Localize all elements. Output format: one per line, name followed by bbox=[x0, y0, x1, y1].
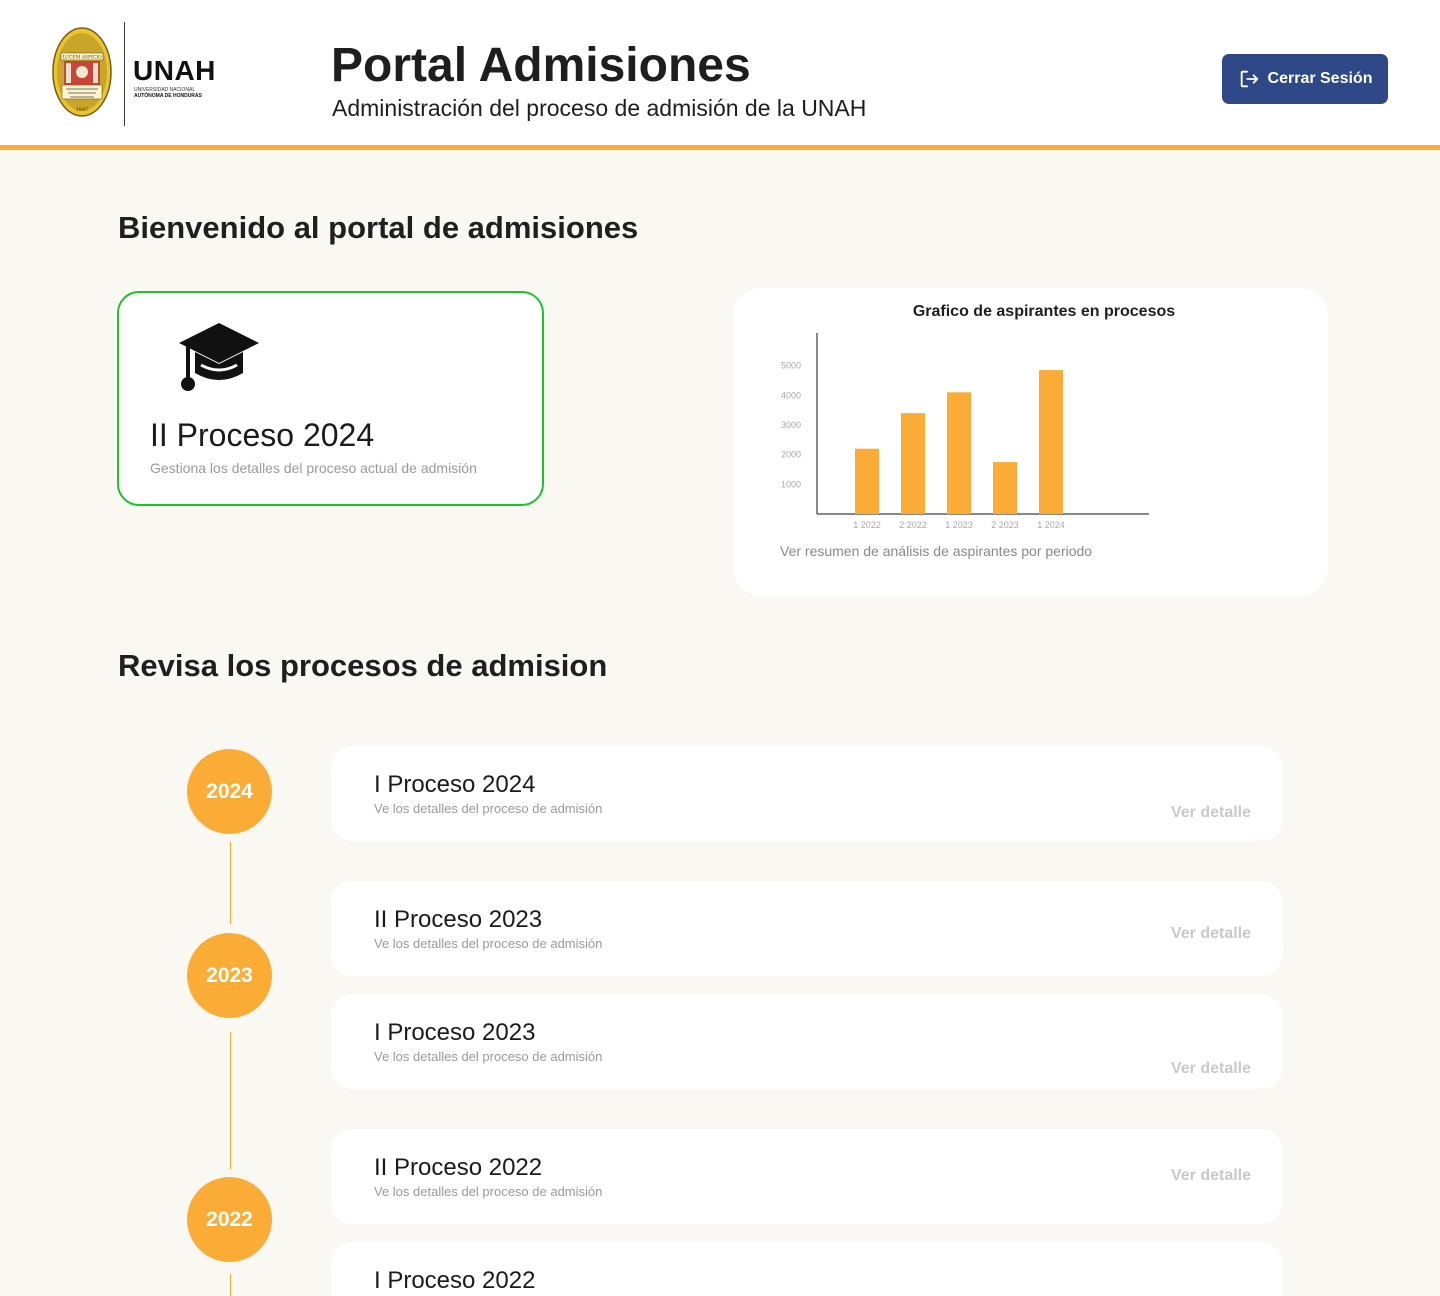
x-tick-label: 2 2022 bbox=[899, 520, 927, 530]
applicants-chart-card[interactable]: Grafico de aspirantes en procesos 1000 20… bbox=[733, 288, 1328, 596]
current-process-title: II Proceso 2024 bbox=[150, 417, 375, 453]
process-title: I Proceso 2024 bbox=[374, 771, 536, 798]
logout-icon bbox=[1240, 70, 1258, 88]
logo-subtitle-line2: Autónoma de Honduras bbox=[134, 93, 202, 99]
x-tick-label: 1 2022 bbox=[853, 520, 881, 530]
y-tick-label: 5000 bbox=[781, 361, 801, 371]
timeline-connector bbox=[230, 1274, 231, 1296]
process-title: II Proceso 2023 bbox=[374, 906, 543, 933]
chart-bar bbox=[947, 392, 971, 514]
y-tick-label: 3000 bbox=[781, 420, 801, 430]
chart-bar bbox=[901, 413, 925, 514]
process-card[interactable]: I Proceso 2024 Ve los detalles del proce… bbox=[331, 746, 1283, 841]
chart-bar bbox=[993, 462, 1017, 514]
current-process-description: Gestiona los detalles del proceso actual… bbox=[150, 460, 477, 476]
seal-motto: LUCEM ASPICIO bbox=[62, 55, 102, 61]
welcome-title: Bienvenido al portal de admisiones bbox=[118, 210, 639, 245]
logo-text: UNAH bbox=[133, 55, 216, 86]
process-description: Ve los detalles del proceso de admisión bbox=[374, 1184, 603, 1199]
process-card[interactable]: II Proceso 2023 Ve los detalles del proc… bbox=[331, 881, 1283, 976]
year-badge-2022: 2022 bbox=[187, 1177, 272, 1262]
view-detail-link[interactable]: Ver detalle bbox=[1171, 804, 1251, 822]
page-subtitle: Administración del proceso de admisión d… bbox=[332, 95, 867, 121]
process-card[interactable]: I Proceso 2022 bbox=[331, 1242, 1283, 1296]
logout-button[interactable]: Cerrar Sesión bbox=[1222, 54, 1388, 104]
process-title: I Proceso 2023 bbox=[374, 1019, 536, 1046]
logo-divider bbox=[124, 22, 125, 126]
header-accent-bar bbox=[0, 145, 1440, 150]
view-detail-link[interactable]: Ver detalle bbox=[1171, 925, 1251, 943]
chart-bar bbox=[855, 448, 879, 514]
current-process-card[interactable]: II Proceso 2024 Gestiona los detalles de… bbox=[117, 291, 544, 506]
timeline-connector bbox=[230, 842, 231, 924]
year-badge-2024: 2024 bbox=[187, 749, 272, 834]
process-title: I Proceso 2022 bbox=[374, 1267, 536, 1294]
timeline-connector bbox=[230, 1032, 231, 1169]
process-title: II Proceso 2022 bbox=[374, 1154, 543, 1181]
process-description: Ve los detalles del proceso de admisión bbox=[374, 801, 603, 816]
x-tick-label: 1 2024 bbox=[1037, 520, 1065, 530]
year-badge-2023: 2023 bbox=[187, 933, 272, 1018]
chart-bar bbox=[1039, 370, 1063, 514]
process-description: Ve los detalles del proceso de admisión bbox=[374, 936, 603, 951]
x-tick-label: 2 2023 bbox=[991, 520, 1019, 530]
view-detail-link[interactable]: Ver detalle bbox=[1171, 1167, 1251, 1185]
process-card[interactable]: I Proceso 2023 Ve los detalles del proce… bbox=[331, 994, 1283, 1089]
unah-seal-logo: LUCEM ASPICIO 1847 bbox=[52, 27, 112, 117]
y-tick-label: 4000 bbox=[781, 390, 801, 400]
logout-label: Cerrar Sesión bbox=[1267, 70, 1373, 87]
chart-caption[interactable]: Ver resumen de análisis de aspirantes po… bbox=[780, 543, 1092, 559]
process-card[interactable]: II Proceso 2022 Ve los detalles del proc… bbox=[331, 1129, 1283, 1224]
seal-year: 1847 bbox=[76, 107, 89, 113]
graduation-cap-icon bbox=[177, 321, 261, 393]
review-title: Revisa los procesos de admision bbox=[118, 648, 608, 683]
header: LUCEM ASPICIO 1847 UNAH Universidad Naci… bbox=[0, 0, 1440, 145]
x-tick-label: 1 2023 bbox=[945, 520, 973, 530]
page-title: Portal Admisiones bbox=[331, 39, 751, 92]
process-description: Ve los detalles del proceso de admisión bbox=[374, 1049, 603, 1064]
y-tick-label: 2000 bbox=[781, 450, 801, 460]
view-detail-link[interactable]: Ver detalle bbox=[1171, 1060, 1251, 1078]
y-tick-label: 1000 bbox=[781, 479, 801, 489]
